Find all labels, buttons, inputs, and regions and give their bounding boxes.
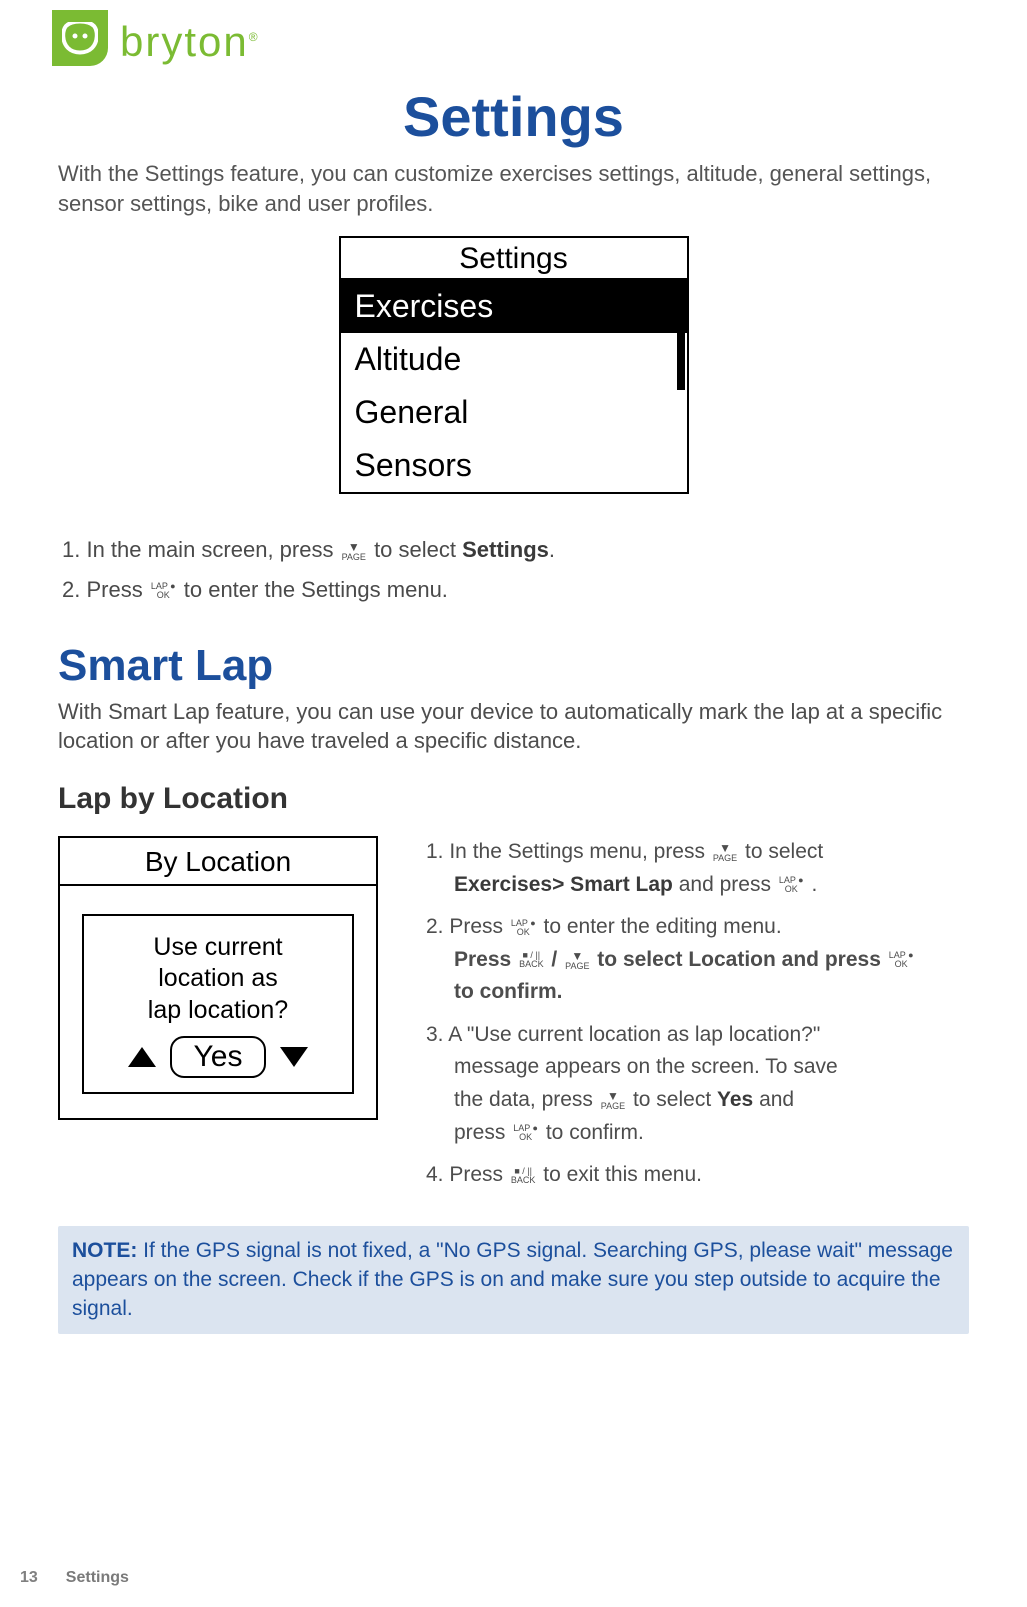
brand-logo-icon	[52, 10, 108, 66]
device-screen2-title: By Location	[60, 838, 376, 886]
back-icon: ■ / ||BACK	[511, 1167, 536, 1185]
page-footer: 13 Settings	[20, 1569, 129, 1587]
triangle-up-icon	[128, 1047, 156, 1067]
device-menu-item: Altitude	[341, 333, 687, 386]
lap-ok-icon: LAP ●OK	[513, 1124, 538, 1142]
device-menu-item: Exercises	[341, 280, 687, 333]
step-item: 3. A "Use current location as lap locati…	[426, 1019, 969, 1149]
back-icon: ■ / ||BACK	[519, 951, 544, 969]
section-heading-smart-lap: Smart Lap	[58, 641, 969, 691]
lap-location-steps: 1. In the Settings menu, press ▼PAGE to …	[426, 836, 969, 1201]
page-down-icon: ▼PAGE	[342, 541, 366, 562]
step-item: 2. Press LAP ●OK to enter the Settings m…	[62, 572, 969, 607]
note-label: NOTE:	[72, 1239, 137, 1262]
lap-ok-icon: LAP ●OK	[889, 951, 914, 969]
device-menu-item: Sensors	[341, 439, 687, 492]
answer-pill: Yes	[170, 1036, 267, 1078]
device-menu-item: General	[341, 386, 687, 439]
page-down-icon: ▼PAGE	[713, 842, 737, 863]
device-scrollbar	[677, 284, 685, 420]
subsection-heading-lap-location: Lap by Location	[58, 782, 969, 816]
step-item: 1. In the Settings menu, press ▼PAGE to …	[426, 836, 969, 901]
note-text: If the GPS signal is not fixed, a "No GP…	[72, 1239, 953, 1321]
device-screen-settings: Settings Exercises Altitude General Sens…	[339, 236, 689, 494]
step-item: 2. Press LAP ●OK to enter the editing me…	[426, 911, 969, 1009]
smart-lap-intro: With Smart Lap feature, you can use your…	[58, 697, 969, 756]
note-box: NOTE: If the GPS signal is not fixed, a …	[58, 1226, 969, 1334]
brand-wordmark: bryton®	[120, 18, 260, 66]
lap-ok-icon: LAP ●OK	[151, 582, 176, 600]
footer-page-number: 13	[20, 1569, 38, 1587]
intro-text: With the Settings feature, you can custo…	[58, 159, 969, 218]
device-prompt-box: Use current location as lap location? Ye…	[82, 914, 354, 1094]
lap-ok-icon: LAP ●OK	[511, 919, 536, 937]
brand-header: bryton®	[52, 10, 963, 66]
step-item: 1. In the main screen, press ▼PAGE to se…	[62, 532, 969, 567]
triangle-down-icon	[280, 1047, 308, 1067]
step-item: 4. Press ■ / ||BACK to exit this menu.	[426, 1159, 969, 1192]
device-screen-title: Settings	[341, 238, 687, 280]
lap-ok-icon: LAP ●OK	[779, 876, 804, 894]
settings-steps: 1. In the main screen, press ▼PAGE to se…	[62, 532, 969, 606]
page-down-icon: ▼PAGE	[565, 950, 589, 971]
page-title: Settings	[58, 84, 969, 149]
page-down-icon: ▼PAGE	[601, 1090, 625, 1111]
footer-section-name: Settings	[66, 1569, 129, 1587]
device-screen-by-location: By Location Use current location as lap …	[58, 836, 378, 1120]
